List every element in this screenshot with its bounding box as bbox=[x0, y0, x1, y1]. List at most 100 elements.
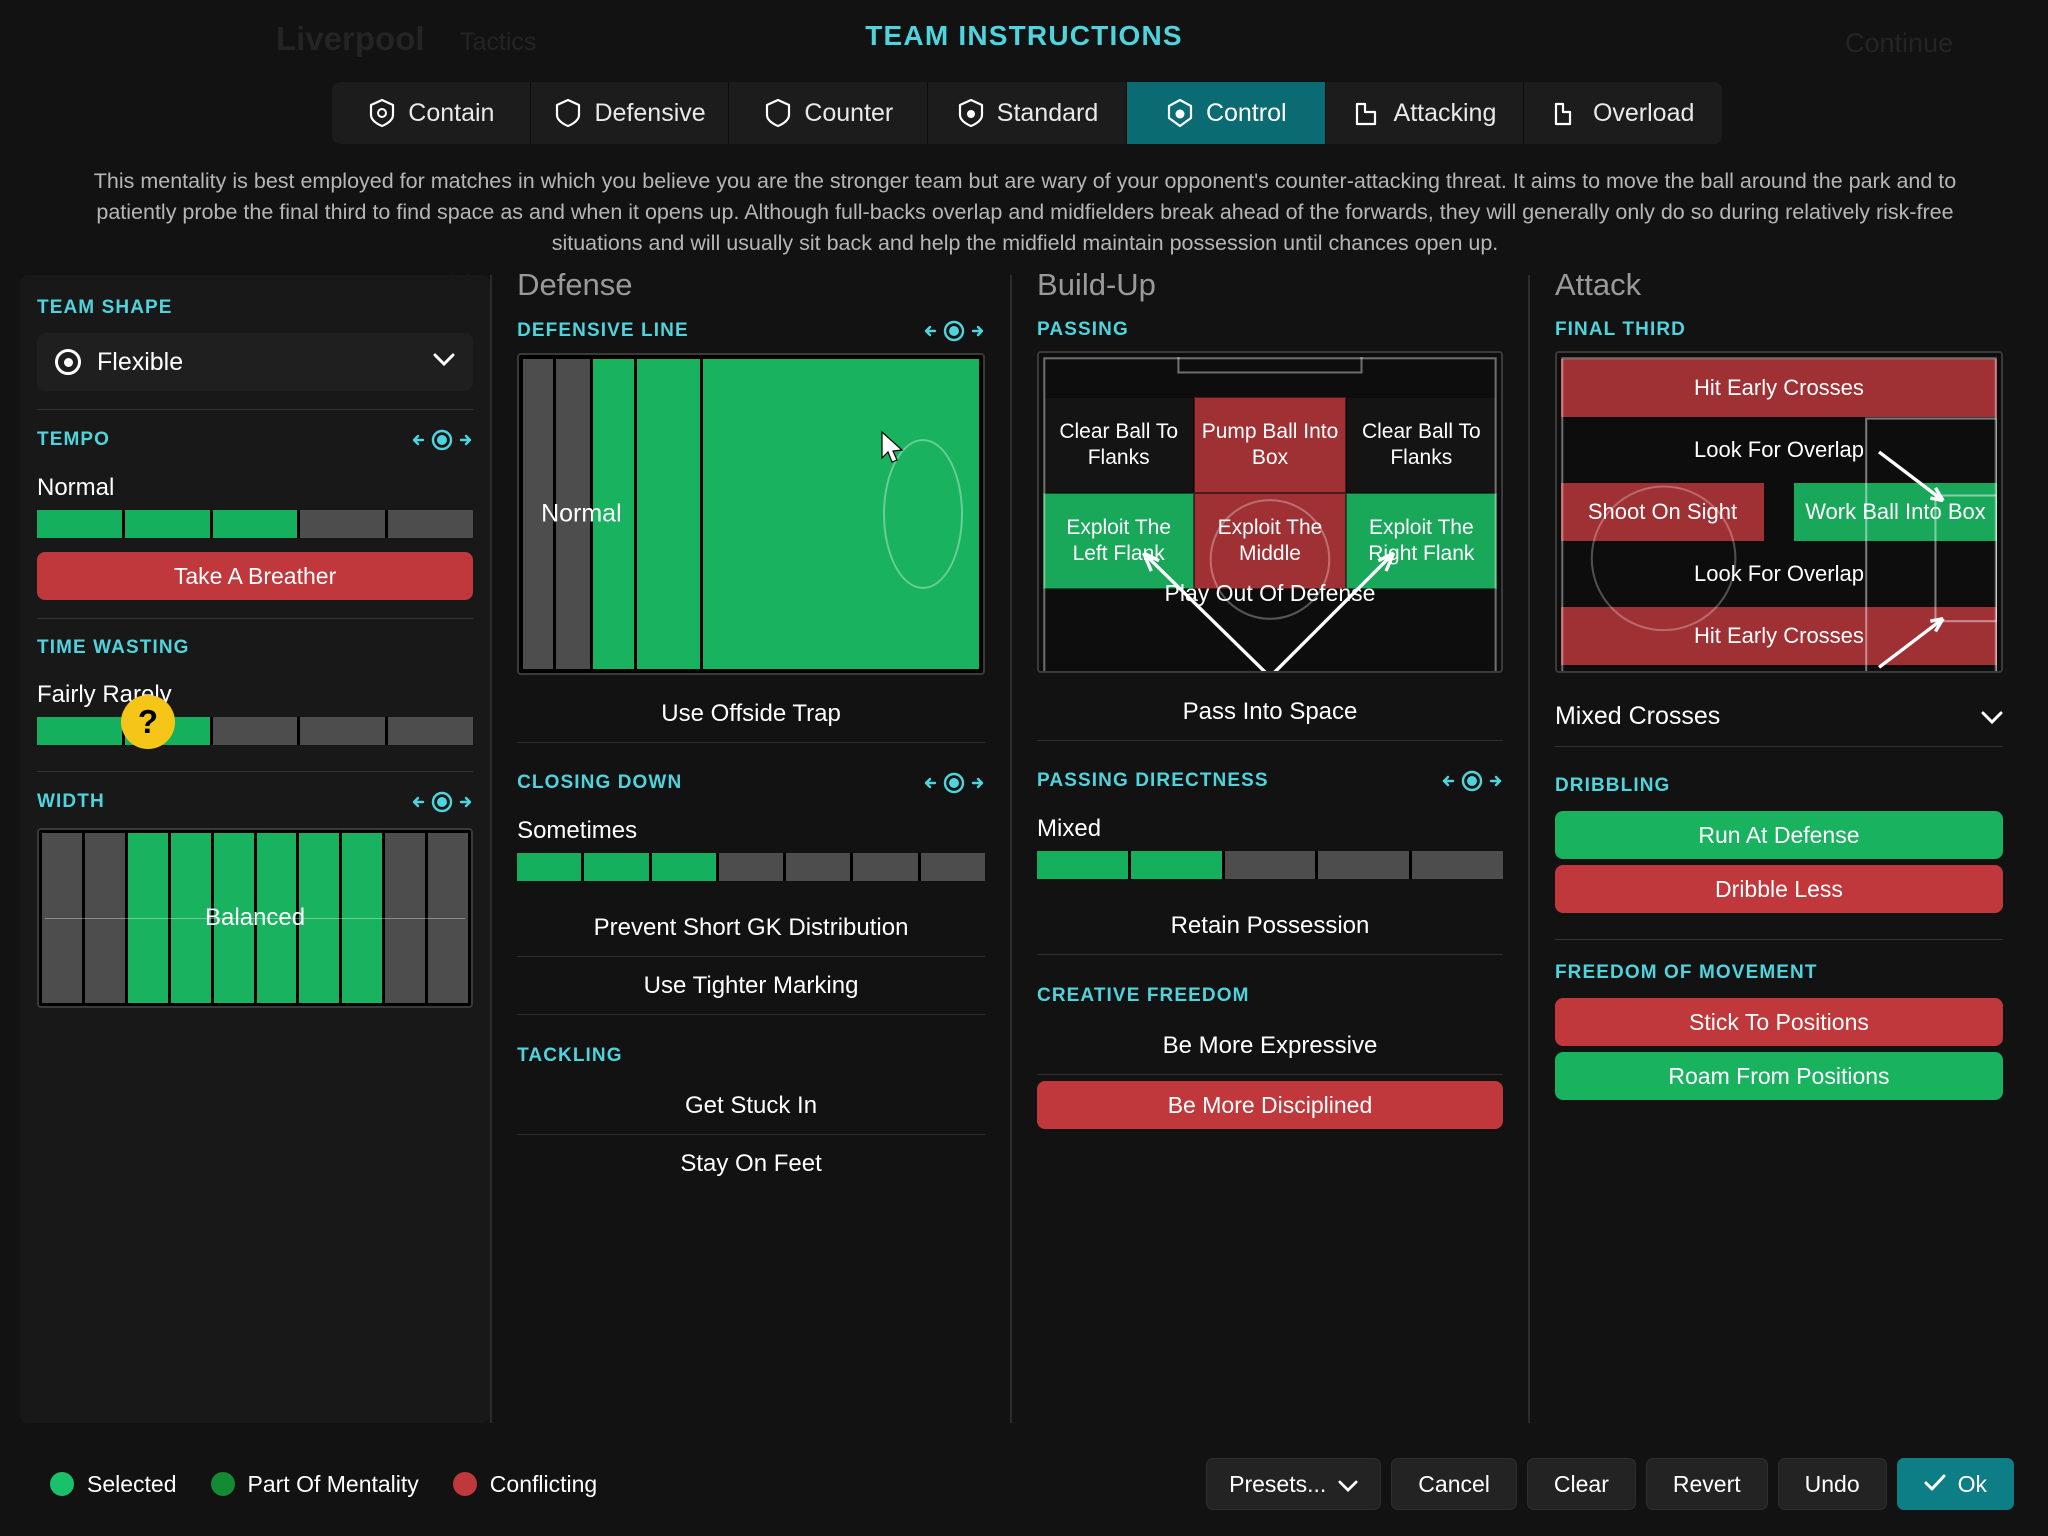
passing-cell[interactable]: Clear Ball To Flanks bbox=[1043, 397, 1195, 493]
legend-label: Part Of Mentality bbox=[247, 1470, 419, 1497]
passing-directness-reset-icon[interactable] bbox=[1441, 769, 1503, 793]
passing-cell[interactable]: Exploit The Middle bbox=[1194, 493, 1346, 589]
retain-possession-option[interactable]: Retain Possession bbox=[1037, 897, 1503, 955]
be-more-disciplined-option[interactable]: Be More Disciplined bbox=[1037, 1081, 1503, 1129]
closing-down-segment[interactable] bbox=[517, 853, 582, 881]
stick-to-positions-option[interactable]: Stick To Positions bbox=[1554, 998, 2003, 1046]
time-wasting-segment[interactable] bbox=[388, 717, 474, 745]
presets-button[interactable]: Presets... bbox=[1206, 1458, 1382, 1510]
time-wasting-slider[interactable] bbox=[37, 717, 474, 745]
mentality-tab-bar[interactable]: Contain Defensive Counter Standard Control At… bbox=[332, 82, 1722, 144]
tempo-segment[interactable] bbox=[37, 510, 122, 538]
clear-button[interactable]: Clear bbox=[1526, 1458, 1636, 1510]
defensive-line-reset-icon[interactable] bbox=[923, 319, 985, 343]
be-more-expressive-option[interactable]: Be More Expressive bbox=[1037, 1017, 1503, 1075]
radio-icon bbox=[55, 349, 81, 375]
defensive-line-band[interactable] bbox=[636, 359, 701, 669]
prevent-short-gk-option[interactable]: Prevent Short GK Distribution bbox=[517, 899, 986, 957]
get-stuck-in-option[interactable]: Get Stuck In bbox=[517, 1077, 986, 1135]
closing-down-segment[interactable] bbox=[786, 853, 851, 881]
final-third-option[interactable]: Look For Overlap bbox=[1561, 421, 1997, 479]
mentality-tab-control[interactable]: Control bbox=[1126, 82, 1326, 144]
shield-attacking-icon bbox=[1353, 98, 1383, 128]
tempo-slider[interactable] bbox=[37, 510, 474, 538]
use-offside-trap-option[interactable]: Use Offside Trap bbox=[517, 685, 986, 743]
passing-cell[interactable]: Exploit The Right Flank bbox=[1345, 493, 1497, 589]
grid-spacer bbox=[1194, 357, 1345, 397]
final-third-graphic[interactable]: Hit Early Crosses Look For Overlap Shoot O… bbox=[1554, 351, 2003, 673]
time-wasting-segment[interactable] bbox=[37, 717, 122, 745]
stay-on-feet-option[interactable]: Stay On Feet bbox=[517, 1135, 985, 1193]
team-shape-select[interactable]: Flexible bbox=[37, 333, 474, 391]
width-reset-icon[interactable] bbox=[411, 790, 473, 814]
mentality-tab-contain[interactable]: Contain bbox=[332, 82, 531, 144]
tempo-segment[interactable] bbox=[300, 510, 386, 538]
take-a-breather-button[interactable]: Take A Breather bbox=[37, 552, 474, 600]
defensive-line-graphic[interactable]: Normal bbox=[517, 353, 986, 675]
crosses-value: Mixed Crosses bbox=[1554, 702, 1721, 730]
passing-directness-segment[interactable] bbox=[1224, 851, 1316, 879]
closing-down-reset-icon[interactable] bbox=[923, 771, 985, 795]
closing-down-segment[interactable] bbox=[584, 853, 649, 881]
shield-overload-icon bbox=[1552, 98, 1582, 128]
width-label: WIDTH bbox=[37, 791, 105, 812]
time-wasting-segment[interactable] bbox=[212, 717, 298, 745]
mentality-tab-attacking[interactable]: Attacking bbox=[1325, 82, 1525, 144]
undo-button[interactable]: Undo bbox=[1777, 1458, 1887, 1510]
width-pitch-graphic[interactable]: Balanced bbox=[37, 828, 474, 1008]
pass-into-space-option[interactable]: Pass Into Space bbox=[1037, 683, 1503, 741]
play-out-of-defense-label[interactable]: Play Out Of Defense bbox=[1039, 580, 1501, 607]
final-third-option[interactable]: Look For Overlap bbox=[1561, 545, 1997, 603]
run-at-defense-option[interactable]: Run At Defense bbox=[1554, 811, 2003, 859]
defensive-line-label: DEFENSIVE LINE bbox=[517, 320, 689, 341]
final-third-option[interactable]: Hit Early Crosses bbox=[1560, 607, 1997, 665]
time-wasting-segment[interactable] bbox=[300, 717, 386, 745]
passing-directness-segment[interactable] bbox=[1037, 851, 1128, 879]
crosses-select[interactable]: Mixed Crosses bbox=[1554, 691, 2003, 747]
final-third-option[interactable]: Shoot On Sight bbox=[1560, 483, 1764, 541]
mentality-tab-overload[interactable]: Overload bbox=[1524, 82, 1722, 144]
passing-cell[interactable]: Clear Ball To Flanks bbox=[1345, 397, 1497, 493]
use-tighter-marking-option[interactable]: Use Tighter Marking bbox=[517, 957, 986, 1015]
grid-spacer bbox=[1346, 357, 1497, 397]
tempo-segment[interactable] bbox=[124, 510, 210, 538]
passing-cell[interactable]: Exploit The Left Flank bbox=[1043, 493, 1195, 589]
passing-directness-slider[interactable] bbox=[1037, 851, 1503, 879]
passing-directness-segment[interactable] bbox=[1412, 851, 1503, 879]
closing-down-segment[interactable] bbox=[718, 853, 784, 881]
closing-down-segment[interactable] bbox=[920, 853, 986, 881]
closing-down-segment[interactable] bbox=[853, 853, 918, 881]
tempo-segment[interactable] bbox=[388, 510, 474, 538]
final-third-option[interactable]: Work Ball Into Box bbox=[1793, 483, 1997, 541]
row-gap bbox=[1764, 483, 1794, 541]
mouse-cursor bbox=[881, 430, 904, 463]
passing-grid-graphic[interactable]: Clear Ball To Flanks Pump Ball Into Box Cl… bbox=[1037, 351, 1503, 673]
passing-directness-segment[interactable] bbox=[1130, 851, 1222, 879]
page-title: TEAM INSTRUCTIONS bbox=[865, 20, 1183, 51]
final-third-row: Shoot On Sight Work Ball Into Box bbox=[1560, 483, 1997, 541]
tempo-value: Normal bbox=[37, 474, 115, 501]
mentality-tab-standard[interactable]: Standard bbox=[928, 82, 1127, 144]
mentality-tab-counter[interactable]: Counter bbox=[729, 82, 929, 144]
tempo-reset-icon[interactable] bbox=[411, 428, 473, 452]
tempo-segment[interactable] bbox=[212, 510, 298, 538]
ok-button[interactable]: Ok bbox=[1896, 1458, 2014, 1510]
closing-down-slider[interactable] bbox=[517, 853, 986, 881]
mentality-tab-label: Attacking bbox=[1393, 98, 1497, 127]
chevron-down-icon bbox=[1338, 1471, 1358, 1498]
revert-button[interactable]: Revert bbox=[1645, 1458, 1768, 1510]
chevron-down-icon bbox=[1981, 702, 2003, 731]
roam-from-positions-option[interactable]: Roam From Positions bbox=[1554, 1052, 2003, 1100]
legend-dot bbox=[50, 1472, 74, 1496]
passing-cell[interactable]: Pump Ball Into Box bbox=[1194, 397, 1346, 493]
button-label: Clear bbox=[1553, 1470, 1609, 1497]
button-label: Cancel bbox=[1418, 1470, 1490, 1497]
passing-directness-segment[interactable] bbox=[1318, 851, 1410, 879]
closing-down-segment[interactable] bbox=[651, 853, 716, 881]
mentality-description: This mentality is best employed for matc… bbox=[93, 169, 1957, 255]
cancel-button[interactable]: Cancel bbox=[1391, 1458, 1517, 1510]
final-third-option[interactable]: Hit Early Crosses bbox=[1560, 359, 1997, 417]
shield-control-icon bbox=[1165, 98, 1195, 128]
mentality-tab-defensive[interactable]: Defensive bbox=[530, 82, 730, 144]
dribble-less-option[interactable]: Dribble Less bbox=[1554, 865, 2003, 913]
